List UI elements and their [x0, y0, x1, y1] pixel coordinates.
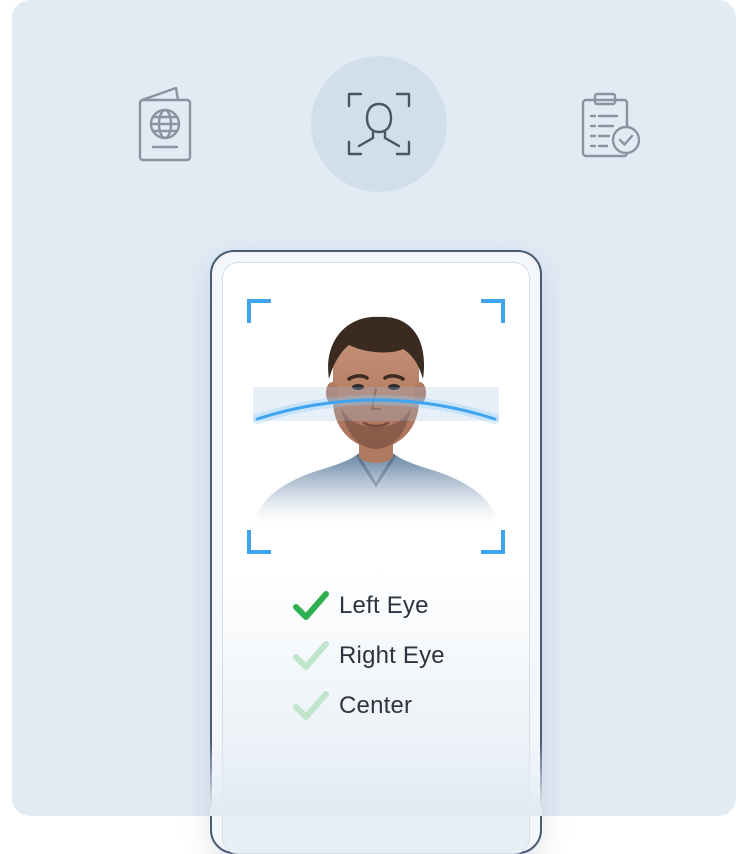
check-pending-icon	[293, 641, 329, 670]
bottom-fade	[210, 740, 542, 816]
scan-checklist: Left Eye Right Eye Center	[293, 581, 445, 731]
frame-corner-bottom-right	[481, 530, 505, 554]
verification-card: Left Eye Right Eye Center	[12, 0, 736, 854]
check-right-eye: Right Eye	[293, 631, 445, 681]
face-scan-step[interactable]	[311, 56, 447, 192]
scan-line	[253, 395, 499, 424]
face-scan-icon	[347, 92, 411, 156]
check-complete-icon	[293, 591, 329, 620]
check-left-eye: Left Eye	[293, 581, 445, 631]
check-pending-icon	[293, 691, 329, 720]
check-center: Center	[293, 681, 445, 731]
check-label: Left Eye	[339, 592, 429, 619]
check-label: Right Eye	[339, 642, 445, 669]
frame-corner-bottom-left	[247, 530, 271, 554]
checklist-icon[interactable]	[571, 85, 651, 165]
passport-icon[interactable]	[125, 82, 205, 166]
check-label: Center	[339, 692, 413, 719]
